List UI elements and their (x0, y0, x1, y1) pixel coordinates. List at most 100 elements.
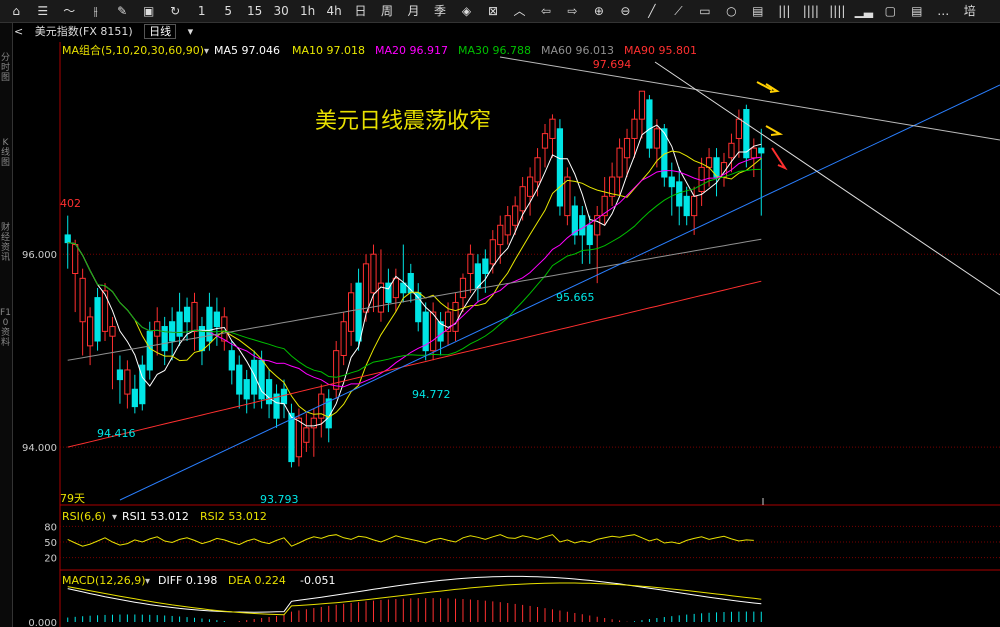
candle-body (370, 253, 377, 294)
price-annotation: 93.793 (260, 493, 299, 506)
candle-body (303, 427, 310, 443)
ma-legend-item: MA60 96.013 (541, 44, 614, 57)
sidebar-tab-0[interactable]: 分时图 (0, 53, 11, 83)
list-icon[interactable]: ☰ (30, 1, 54, 21)
period-p4h[interactable]: 4h (322, 1, 346, 21)
candle-body (131, 388, 138, 408)
frame-icon[interactable]: ▢ (878, 1, 902, 21)
sidebar-tab-1[interactable]: K线图 (0, 138, 11, 168)
period-p1[interactable]: 1 (189, 1, 213, 21)
sidebar-tab-3[interactable]: F10资料 (0, 308, 11, 348)
chart-canvas[interactable]: 96.000 94.000 美元日线震荡收窄 97.694 402 94.416 93.79… (0, 0, 1000, 627)
timeframe-select[interactable]: 日线 (144, 24, 177, 39)
candle-body (183, 306, 191, 323)
candle-body (86, 316, 94, 347)
macd-label: MACD(12,26,9) (62, 574, 146, 587)
period-p1h[interactable]: 1h (295, 1, 319, 21)
candlestick-icon[interactable]: ⫲ (83, 1, 107, 21)
candle-body (653, 128, 660, 149)
zoom-in-icon[interactable]: ⊕ (587, 1, 611, 21)
line-chart-icon[interactable]: 〜 (57, 1, 81, 21)
refresh-icon[interactable]: ↻ (163, 1, 187, 21)
sidebar: 分时图 K线图财经资讯 F10资料 (0, 23, 13, 627)
candle-body (504, 215, 511, 236)
candle-body (295, 417, 303, 458)
toolbar: ⌂ ☰ 〜 ⫲ ✎ ▣ ↻ 1 5 15 30 1h 4h 日周月季 ◈ ⊠ ︿ ⇦ ⇨ ⊕ ⊖ ╱ ⟋ ▭ ○ ▤ ||| ||||… (0, 0, 1000, 23)
rsi-line (67, 534, 754, 547)
candle-body (340, 321, 347, 356)
chevron-down-icon[interactable]: ▾ (188, 25, 194, 38)
candle-body (154, 321, 161, 337)
period-p15[interactable]: 15 (242, 1, 266, 21)
period-pd[interactable]: 日 (348, 1, 372, 21)
save-icon[interactable]: ▣ (136, 1, 160, 21)
arrow-right-icon[interactable]: ⇨ (560, 1, 584, 21)
macd-tick-label: 0.000 (28, 618, 57, 627)
price-annotation: 97.694 (593, 58, 632, 71)
histogram-icon[interactable]: ▁▃ (852, 1, 876, 21)
chevron-down-icon: ▾ (145, 576, 150, 587)
bars2-icon[interactable]: |||| (799, 1, 823, 21)
arrow-annotation (756, 81, 780, 93)
bars-icon[interactable]: ||| (772, 1, 796, 21)
ma-legend-item: MA30 96.788 (458, 44, 531, 57)
grid-tool-icon[interactable]: ▤ (746, 1, 770, 21)
rect-tool-icon[interactable]: ▭ (693, 1, 717, 21)
x-box-icon[interactable]: ⊠ (481, 1, 505, 21)
period-p5[interactable]: 5 (216, 1, 240, 21)
pen-icon[interactable]: ✎ (110, 1, 134, 21)
macd-item: -0.051 (300, 574, 335, 587)
candle-body (161, 326, 168, 352)
home-icon[interactable]: ⌂ (4, 1, 28, 21)
candle-body (116, 369, 124, 381)
ma-legend-item: MA90 95.801 (624, 44, 697, 57)
symbol-name[interactable]: 美元指数(FX 8151) (35, 25, 133, 38)
chevron-down-icon: ▾ (204, 46, 209, 57)
back-button[interactable]: < (14, 25, 23, 38)
chevron-down-icon: ▾ (112, 512, 117, 523)
diamond-icon[interactable]: ◈ (454, 1, 478, 21)
candle-body (541, 133, 549, 149)
circle-tool-icon[interactable]: ○ (719, 1, 743, 21)
candle-body (564, 176, 571, 217)
y-tick-label: 96.000 (22, 250, 57, 261)
candle-body (497, 224, 504, 246)
candle-body (79, 277, 86, 323)
candle-body (101, 290, 109, 332)
price-annotation: 94.416 (97, 427, 136, 440)
candle-body (191, 301, 198, 332)
arrow-left-icon[interactable]: ⇦ (534, 1, 558, 21)
macd-item: DEA 0.224 (228, 574, 286, 587)
candle-body (265, 379, 273, 405)
y-tick-label: 94.000 (22, 443, 57, 454)
bars3-icon[interactable]: |||| (825, 1, 849, 21)
ray-tool-icon[interactable]: ⟋ (666, 1, 690, 21)
ma-legend-item: MA5 97.046 (214, 44, 280, 57)
price-annotation: 402 (60, 197, 81, 210)
sidebar-tab-2[interactable]: 财经资讯 (0, 223, 11, 263)
arrow-annotation (771, 147, 788, 171)
candle-body (556, 128, 564, 207)
doc-icon[interactable]: ▤ (905, 1, 929, 21)
period-pq[interactable]: 季 (428, 1, 452, 21)
rsi-item: RSI1 53.012 (122, 510, 189, 523)
candle-body (586, 224, 593, 246)
zoom-out-icon[interactable]: ⊖ (613, 1, 637, 21)
period-pw[interactable]: 周 (375, 1, 399, 21)
period-p30[interactable]: 30 (269, 1, 293, 21)
candle-body (251, 359, 258, 395)
line-tool-icon[interactable]: ╱ (640, 1, 664, 21)
candle-body (228, 350, 235, 371)
candle-body (146, 330, 153, 371)
more-icon[interactable]: … (931, 1, 955, 21)
candle-body (735, 118, 743, 139)
candle-body (124, 369, 131, 395)
period-pm[interactable]: 月 (401, 1, 425, 21)
period-extra[interactable]: 培 (958, 1, 982, 21)
macd-item: DIFF 0.198 (158, 574, 217, 587)
candle-body (169, 321, 176, 342)
candle-body (452, 301, 459, 332)
candle-body (392, 277, 399, 299)
chevron-up-icon[interactable]: ︿ (507, 1, 531, 21)
rsi-level-label: 50 (44, 538, 57, 549)
